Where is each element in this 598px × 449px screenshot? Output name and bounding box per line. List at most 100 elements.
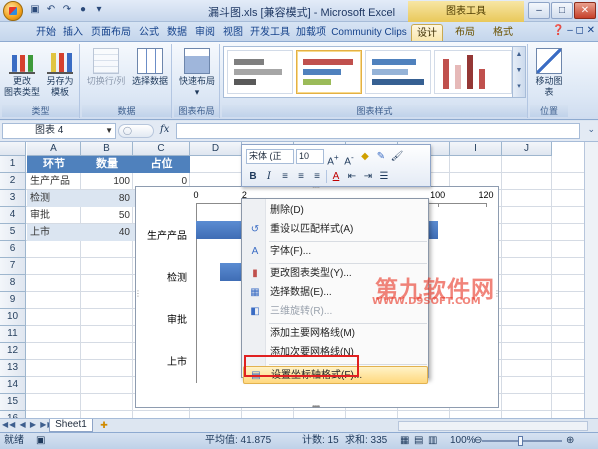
tab-view[interactable]: 视图 xyxy=(220,24,246,41)
row-header[interactable]: 12 xyxy=(0,343,26,360)
help-icon[interactable]: ❓ – ◻ ✕ xyxy=(552,25,595,36)
chart-resize-handle-bottom[interactable]: •••• xyxy=(312,403,320,411)
chart-style-multicolor[interactable] xyxy=(296,50,362,94)
tab-data[interactable]: 数据 xyxy=(164,24,190,41)
row-header[interactable]: 7 xyxy=(0,258,26,275)
cell-stage[interactable]: 生产产品 xyxy=(27,173,81,190)
fill-color-icon[interactable]: ◆ xyxy=(358,150,372,164)
line-color-icon[interactable]: ✎ xyxy=(374,150,388,164)
tab-format[interactable]: 格式 xyxy=(488,24,518,41)
chart-style-blue[interactable] xyxy=(365,50,431,94)
bold-button[interactable]: B xyxy=(246,170,260,184)
row-header[interactable]: 14 xyxy=(0,377,26,394)
zoom-slider-thumb[interactable] xyxy=(518,436,523,446)
macro-record-icon[interactable]: ▣ xyxy=(36,433,45,449)
zoom-level[interactable]: 100% xyxy=(450,433,476,449)
cell-qty[interactable]: 80 xyxy=(81,190,133,207)
tab-home[interactable]: 开始 xyxy=(34,24,58,41)
menu-item[interactable]: 删除(D) xyxy=(243,202,428,220)
menu-item[interactable]: 添加主要网格线(M) xyxy=(243,325,428,343)
font-name-field[interactable]: 宋体 (正 xyxy=(246,149,294,164)
normal-view-icon[interactable]: ▦ xyxy=(400,433,409,449)
zoom-out-icon[interactable]: ⊖ xyxy=(474,433,482,449)
font-size-field[interactable]: 10 xyxy=(296,149,324,164)
cell-qty[interactable]: 40 xyxy=(81,224,133,241)
row-header[interactable]: 4 xyxy=(0,207,26,224)
chevron-down-icon[interactable]: ▼ xyxy=(105,124,113,138)
formula-input[interactable] xyxy=(176,123,580,139)
cell-stage[interactable]: 上市 xyxy=(27,224,81,241)
row-header[interactable]: 10 xyxy=(0,309,26,326)
bullets-icon[interactable]: ☰ xyxy=(377,170,391,184)
select-all-corner[interactable] xyxy=(0,142,26,156)
name-box[interactable]: 图表 4 ▼ xyxy=(2,123,116,139)
tab-page-layout[interactable]: 页面布局 xyxy=(88,24,134,41)
align-left-icon[interactable]: ≡ xyxy=(278,170,292,184)
tab-layout[interactable]: 布局 xyxy=(450,24,480,41)
align-center-icon[interactable]: ≡ xyxy=(294,170,308,184)
sheet-tab-sheet1[interactable]: Sheet1 xyxy=(49,419,93,432)
page-layout-view-icon[interactable]: ▤ xyxy=(414,433,423,449)
font-color-icon[interactable]: A xyxy=(329,170,343,184)
row-header[interactable]: 2 xyxy=(0,173,26,190)
expand-formula-bar-icon[interactable]: ⌄ xyxy=(587,124,595,135)
row-header[interactable]: 15 xyxy=(0,394,26,411)
align-right-icon[interactable]: ≡ xyxy=(310,170,324,184)
column-header[interactable]: A xyxy=(27,142,81,156)
column-header[interactable]: D xyxy=(190,142,242,156)
format-painter-icon[interactable]: 🖌 xyxy=(390,150,404,164)
row-header[interactable]: 5 xyxy=(0,224,26,241)
tab-design[interactable]: 设计 xyxy=(411,24,443,41)
quick-layout-button[interactable]: 快速布局 ▾ xyxy=(176,48,218,98)
close-button[interactable]: ✕ xyxy=(574,2,596,19)
select-data-button[interactable]: 选择数据 xyxy=(128,48,172,87)
vertical-scrollbar[interactable] xyxy=(584,142,598,418)
office-button[interactable] xyxy=(3,1,23,21)
switch-row-column-button[interactable]: 切换行/列 xyxy=(84,48,128,87)
row-header[interactable]: 16 xyxy=(0,411,26,418)
undo-icon[interactable]: ↶ xyxy=(44,3,58,17)
cell-qty[interactable]: 100 xyxy=(81,173,133,190)
zoom-in-icon[interactable]: ⊕ xyxy=(566,433,574,449)
customize-qat-icon[interactable]: ▾ xyxy=(92,3,106,17)
chart-style-red[interactable] xyxy=(434,50,512,94)
page-break-view-icon[interactable]: ▥ xyxy=(428,433,437,449)
row-header[interactable]: 1 xyxy=(0,156,26,173)
chart-styles-gallery[interactable]: ▲ ▼ ▾ xyxy=(223,46,526,98)
horizontal-scrollbar[interactable] xyxy=(398,421,588,431)
italic-button[interactable]: I xyxy=(262,170,276,184)
row-header[interactable]: 9 xyxy=(0,292,26,309)
maximize-button[interactable]: □ xyxy=(551,2,573,19)
shrink-font-icon[interactable]: A- xyxy=(342,150,356,167)
tab-addins[interactable]: 加载项 xyxy=(294,24,328,41)
grow-font-icon[interactable]: A+ xyxy=(326,150,340,167)
row-header[interactable]: 6 xyxy=(0,241,26,258)
save-icon[interactable]: ▣ xyxy=(28,3,42,17)
table-header-qty[interactable]: 数量 xyxy=(81,156,133,173)
chart-resize-handle-left[interactable]: ⋮ xyxy=(134,290,142,298)
cell-qty[interactable]: 50 xyxy=(81,207,133,224)
insert-function-icon[interactable]: fx xyxy=(160,124,169,135)
sheet-nav-arrows[interactable]: ◀◀ ◀ ▶ ▶▶ xyxy=(2,420,55,429)
column-header[interactable]: I xyxy=(450,142,502,156)
redo-icon[interactable]: ↷ xyxy=(60,3,74,17)
row-header[interactable]: 11 xyxy=(0,326,26,343)
menu-item[interactable]: A 字体(F)... xyxy=(243,243,428,261)
table-header-stage[interactable]: 环节 xyxy=(27,156,81,173)
tab-community-clips[interactable]: Community Clips xyxy=(330,24,408,41)
column-header[interactable]: B xyxy=(81,142,133,156)
styles-scroll[interactable]: ▲ ▼ ▾ xyxy=(512,47,525,97)
minimize-button[interactable]: – xyxy=(528,2,550,19)
row-header[interactable]: 8 xyxy=(0,275,26,292)
cell-stage[interactable]: 检测 xyxy=(27,190,81,207)
cell-stage[interactable]: 审批 xyxy=(27,207,81,224)
insert-sheet-icon[interactable]: ✚ xyxy=(95,420,113,431)
decrease-indent-icon[interactable]: ⇤ xyxy=(345,170,359,184)
tab-developer[interactable]: 开发工具 xyxy=(248,24,292,41)
row-header[interactable]: 13 xyxy=(0,360,26,377)
chart-style-gray[interactable] xyxy=(227,50,293,94)
column-header[interactable]: C xyxy=(133,142,190,156)
record-icon[interactable]: ● xyxy=(76,3,90,17)
menu-item[interactable]: ↺ 重设以匹配样式(A) xyxy=(243,221,428,239)
column-header[interactable]: J xyxy=(502,142,552,156)
